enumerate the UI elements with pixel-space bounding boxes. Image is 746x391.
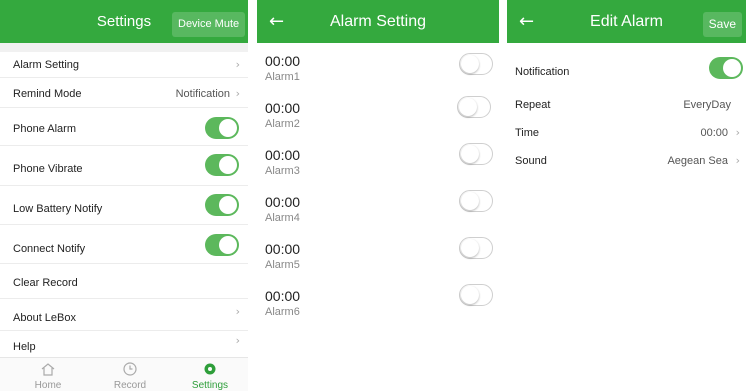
divider (0, 224, 248, 225)
about-row[interactable]: About LeBox › (0, 303, 248, 333)
toggle-knob (219, 196, 237, 214)
phone-alarm-toggle[interactable] (205, 117, 239, 139)
divider (0, 263, 248, 264)
alarm-item[interactable]: 00:00 Alarm6 (257, 284, 499, 335)
chevron-right-icon: › (235, 58, 240, 71)
low-battery-label: Low Battery Notify (13, 203, 103, 215)
alarm-time: 00:00 (265, 53, 301, 69)
toggle-knob (219, 119, 237, 137)
divider (0, 77, 248, 78)
alarm-name: Alarm1 (265, 71, 300, 83)
toggle-knob (461, 55, 479, 73)
bottom-tab-bar: Home Record Settings (0, 357, 248, 391)
alarm-name: Alarm6 (265, 306, 300, 318)
home-icon (41, 363, 55, 376)
alarm-setting-label: Alarm Setting (13, 59, 80, 71)
time-value: 00:00 (700, 127, 728, 139)
alarm-item[interactable]: 00:00 Alarm1 (257, 53, 499, 100)
divider (0, 107, 248, 108)
alarm-toggle[interactable] (459, 53, 493, 75)
tab-home-label: Home (34, 380, 62, 391)
phone-vibrate-label: Phone Vibrate (13, 163, 83, 175)
low-battery-toggle[interactable] (205, 194, 239, 216)
toggle-knob (723, 59, 741, 77)
toggle-knob (459, 98, 477, 116)
chevron-right-icon: › (235, 334, 240, 347)
alarm-item[interactable]: 00:00 Alarm5 (257, 237, 499, 288)
page-title: Alarm Setting (329, 13, 427, 30)
sound-row[interactable]: Sound Aegean Sea › (507, 146, 746, 176)
alarm-name: Alarm3 (265, 165, 300, 177)
toggle-knob (461, 239, 479, 257)
chevron-right-icon: › (735, 154, 740, 167)
toggle-knob (219, 236, 237, 254)
alarm-name: Alarm5 (265, 259, 300, 271)
toggle-knob (219, 156, 237, 174)
settings-header: Settings Device Mute (0, 0, 248, 43)
tab-home[interactable]: Home (18, 358, 78, 391)
toggle-knob (461, 145, 479, 163)
alarm-item[interactable]: 00:00 Alarm4 (257, 190, 499, 241)
alarm-toggle[interactable] (459, 237, 493, 259)
divider (0, 185, 248, 186)
connect-notify-label: Connect Notify (13, 243, 86, 255)
settings-screen: Settings Device Mute Alarm Setting › Rem… (0, 0, 248, 391)
repeat-row[interactable]: Repeat EveryDay (507, 90, 746, 120)
alarm-setting-row[interactable]: Alarm Setting › (0, 50, 248, 80)
edit-alarm-screen: ← Edit Alarm Save Notification Repeat Ev… (507, 0, 746, 391)
about-label: About LeBox (13, 312, 76, 324)
notification-label: Notification (515, 66, 570, 78)
alarm-item[interactable]: 00:00 Alarm3 (257, 143, 499, 194)
tab-record[interactable]: Record (100, 358, 160, 391)
alarm-setting-header: ← Alarm Setting (257, 0, 499, 43)
alarm-setting-screen: ← Alarm Setting 00:00 Alarm1 00:00 Alarm… (257, 0, 499, 391)
phone-vibrate-toggle[interactable] (205, 154, 239, 176)
gear-icon (204, 363, 216, 375)
divider (0, 145, 248, 146)
toggle-knob (461, 192, 479, 210)
alarm-toggle[interactable] (457, 96, 491, 118)
save-button[interactable]: Save (702, 12, 742, 37)
clear-record-label: Clear Record (13, 277, 78, 289)
alarm-toggle[interactable] (459, 190, 493, 212)
tab-settings-label: Settings (191, 380, 229, 391)
remind-mode-label: Remind Mode (13, 88, 82, 100)
divider (0, 298, 248, 299)
alarm-item[interactable]: 00:00 Alarm2 (257, 96, 499, 147)
alarm-time: 00:00 (265, 147, 301, 163)
page-title: Settings (96, 13, 152, 30)
alarm-time: 00:00 (265, 241, 301, 257)
alarm-time: 00:00 (265, 194, 301, 210)
chevron-right-icon: › (235, 87, 240, 100)
phone-alarm-label: Phone Alarm (13, 123, 76, 135)
connect-notify-toggle[interactable] (205, 234, 239, 256)
time-label: Time (515, 127, 540, 139)
alarm-time: 00:00 (265, 100, 301, 116)
time-row[interactable]: Time 00:00 › (507, 118, 746, 148)
sound-label: Sound (515, 155, 547, 167)
tab-record-label: Record (113, 380, 147, 391)
chevron-right-icon: › (735, 126, 740, 139)
clear-record-row[interactable]: Clear Record (0, 268, 248, 298)
toggle-knob (461, 286, 479, 304)
notification-toggle[interactable] (709, 57, 743, 79)
alarm-name: Alarm4 (265, 212, 300, 224)
device-mute-button[interactable]: Device Mute (172, 12, 246, 37)
sound-value: Aegean Sea (667, 155, 728, 167)
edit-alarm-header: ← Edit Alarm Save (507, 0, 746, 43)
alarm-toggle[interactable] (459, 143, 493, 165)
remind-mode-value: Notification (175, 88, 230, 100)
divider (0, 330, 248, 331)
alarm-time: 00:00 (265, 288, 301, 304)
remind-mode-row[interactable]: Remind Mode Notification › (0, 79, 248, 109)
repeat-value: EveryDay (683, 99, 731, 111)
clock-icon (123, 362, 137, 376)
tab-settings[interactable]: Settings (180, 358, 240, 391)
alarm-name: Alarm2 (265, 118, 300, 130)
repeat-label: Repeat (515, 99, 551, 111)
alarm-toggle[interactable] (459, 284, 493, 306)
chevron-right-icon: › (235, 305, 240, 318)
